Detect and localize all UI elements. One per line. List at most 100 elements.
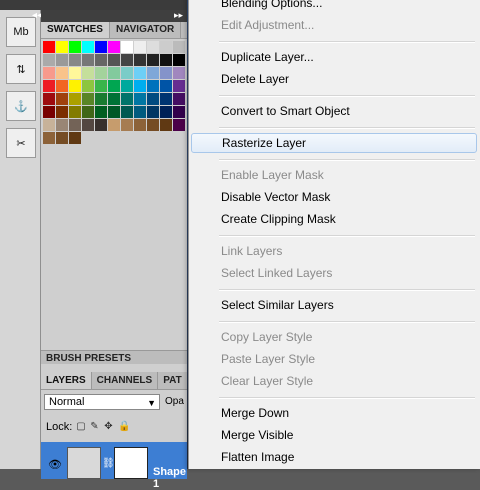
menu-item-merge-visible[interactable]: Merge Visible <box>191 425 477 445</box>
lock-all-icon[interactable]: 🔒 <box>118 422 130 432</box>
color-swatch[interactable] <box>82 67 94 79</box>
color-swatch[interactable] <box>56 41 68 53</box>
color-swatch[interactable] <box>160 41 172 53</box>
color-swatch[interactable] <box>121 119 133 131</box>
color-swatch[interactable] <box>69 106 81 118</box>
color-swatch[interactable] <box>56 106 68 118</box>
blend-mode-select[interactable]: Normal ▼ <box>44 394 160 410</box>
menu-item-rasterize-layer[interactable]: Rasterize Layer <box>191 133 477 153</box>
color-swatch[interactable] <box>95 67 107 79</box>
color-swatch[interactable] <box>121 54 133 66</box>
color-swatch[interactable] <box>43 132 55 144</box>
color-swatch[interactable] <box>147 119 159 131</box>
color-swatch[interactable] <box>173 67 185 79</box>
color-swatch[interactable] <box>43 67 55 79</box>
layer-name[interactable]: Shape 1 <box>153 466 187 490</box>
color-swatch[interactable] <box>108 67 120 79</box>
menu-item-merge-down[interactable]: Merge Down <box>191 403 477 423</box>
color-swatch[interactable] <box>147 93 159 105</box>
menu-item-copy-layer-style[interactable]: Copy Layer Style <box>191 327 477 347</box>
tab-layers[interactable]: LAYERS <box>41 372 92 389</box>
tab-channels[interactable]: CHANNELS <box>92 372 159 389</box>
menu-item-duplicate-layer[interactable]: Duplicate Layer... <box>191 47 477 67</box>
color-swatch[interactable] <box>69 80 81 92</box>
color-swatch[interactable] <box>147 41 159 53</box>
color-swatch[interactable] <box>69 54 81 66</box>
color-swatch[interactable] <box>134 80 146 92</box>
color-swatch[interactable] <box>56 132 68 144</box>
color-swatch[interactable] <box>160 119 172 131</box>
lock-position-icon[interactable]: ✥ <box>104 422 114 432</box>
menu-item-link-layers[interactable]: Link Layers <box>191 241 477 261</box>
color-swatch[interactable] <box>82 41 94 53</box>
menu-item-select-similar-layers[interactable]: Select Similar Layers <box>191 295 477 315</box>
color-swatch[interactable] <box>121 67 133 79</box>
eye-icon[interactable]: 👁 <box>48 458 62 471</box>
color-swatch[interactable] <box>134 41 146 53</box>
color-swatch[interactable] <box>82 93 94 105</box>
color-swatch[interactable] <box>108 93 120 105</box>
color-swatch[interactable] <box>173 93 185 105</box>
color-swatch[interactable] <box>95 106 107 118</box>
color-swatch[interactable] <box>69 119 81 131</box>
color-swatch[interactable] <box>43 106 55 118</box>
color-swatch[interactable] <box>108 80 120 92</box>
color-swatch[interactable] <box>95 80 107 92</box>
color-swatch[interactable] <box>69 67 81 79</box>
color-swatch[interactable] <box>56 80 68 92</box>
panel-header[interactable]: ▸▸ <box>41 10 187 22</box>
history-icon[interactable]: ⇅ <box>6 54 36 84</box>
menu-item-enable-layer-mask[interactable]: Enable Layer Mask <box>191 165 477 185</box>
color-swatch[interactable] <box>147 80 159 92</box>
color-swatch[interactable] <box>95 54 107 66</box>
color-swatch[interactable] <box>173 119 185 131</box>
tab-navigator[interactable]: NAVIGATOR <box>110 22 182 38</box>
color-swatch[interactable] <box>69 93 81 105</box>
color-swatch[interactable] <box>82 80 94 92</box>
color-swatch[interactable] <box>95 41 107 53</box>
menu-item-flatten-image[interactable]: Flatten Image <box>191 447 477 467</box>
color-swatch[interactable] <box>82 54 94 66</box>
color-swatch[interactable] <box>56 93 68 105</box>
tools-icon[interactable]: ✂ <box>6 128 36 158</box>
color-swatch[interactable] <box>95 119 107 131</box>
plugin-icon[interactable]: ⚓ <box>6 91 36 121</box>
color-swatch[interactable] <box>43 93 55 105</box>
menu-item-clear-layer-style[interactable]: Clear Layer Style <box>191 371 477 391</box>
color-swatch[interactable] <box>147 54 159 66</box>
color-swatch[interactable] <box>56 67 68 79</box>
color-swatch[interactable] <box>108 41 120 53</box>
color-swatch[interactable] <box>56 119 68 131</box>
color-swatch[interactable] <box>95 93 107 105</box>
color-swatch[interactable] <box>121 41 133 53</box>
color-swatch[interactable] <box>108 106 120 118</box>
menu-item-select-linked-layers[interactable]: Select Linked Layers <box>191 263 477 283</box>
layer-row[interactable]: 👁 ⛓ Shape 1 <box>41 442 187 490</box>
color-swatch[interactable] <box>160 93 172 105</box>
color-swatch[interactable] <box>134 93 146 105</box>
mini-bridge-icon[interactable]: Mb <box>6 17 36 47</box>
menu-item-paste-layer-style[interactable]: Paste Layer Style <box>191 349 477 369</box>
menu-item-convert-to-smart-object[interactable]: Convert to Smart Object <box>191 101 477 121</box>
color-swatch[interactable] <box>82 119 94 131</box>
tab-paths[interactable]: PAT <box>158 372 188 389</box>
color-swatch[interactable] <box>160 80 172 92</box>
color-swatch[interactable] <box>43 119 55 131</box>
color-swatch[interactable] <box>121 106 133 118</box>
color-swatch[interactable] <box>108 119 120 131</box>
menu-item-blending-options[interactable]: Blending Options... <box>191 0 477 13</box>
color-swatch[interactable] <box>43 54 55 66</box>
color-swatch[interactable] <box>69 132 81 144</box>
lock-transparent-icon[interactable]: ▢ <box>76 422 86 432</box>
color-swatch[interactable] <box>173 54 185 66</box>
color-swatch[interactable] <box>121 80 133 92</box>
color-swatch[interactable] <box>43 41 55 53</box>
color-swatch[interactable] <box>134 106 146 118</box>
color-swatch[interactable] <box>108 54 120 66</box>
color-swatch[interactable] <box>173 80 185 92</box>
menu-item-edit-adjustment[interactable]: Edit Adjustment... <box>191 15 477 35</box>
menu-item-delete-layer[interactable]: Delete Layer <box>191 69 477 89</box>
color-swatch[interactable] <box>147 106 159 118</box>
color-swatch[interactable] <box>82 106 94 118</box>
menu-item-create-clipping-mask[interactable]: Create Clipping Mask <box>191 209 477 229</box>
